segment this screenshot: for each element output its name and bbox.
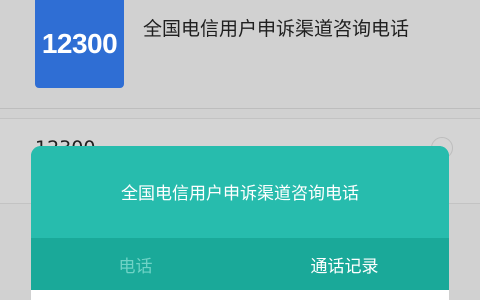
tab-call-history[interactable]: 通话记录	[240, 238, 449, 290]
dialog-body	[31, 290, 449, 300]
contact-title: 全国电信用户申诉渠道咨询电话	[143, 18, 410, 40]
app-logo: 12300	[35, 0, 124, 88]
dialog-header: 全国电信用户申诉渠道咨询电话	[31, 146, 449, 238]
call-dialog: 全国电信用户申诉渠道咨询电话 电话 通话记录	[31, 146, 449, 300]
dialog-title: 全国电信用户申诉渠道咨询电话	[121, 184, 359, 204]
tab-phone[interactable]: 电话	[31, 238, 240, 290]
contact-header: 12300 全国电信用户申诉渠道咨询电话	[0, 0, 480, 109]
dialog-tabs: 电话 通话记录	[31, 238, 449, 290]
